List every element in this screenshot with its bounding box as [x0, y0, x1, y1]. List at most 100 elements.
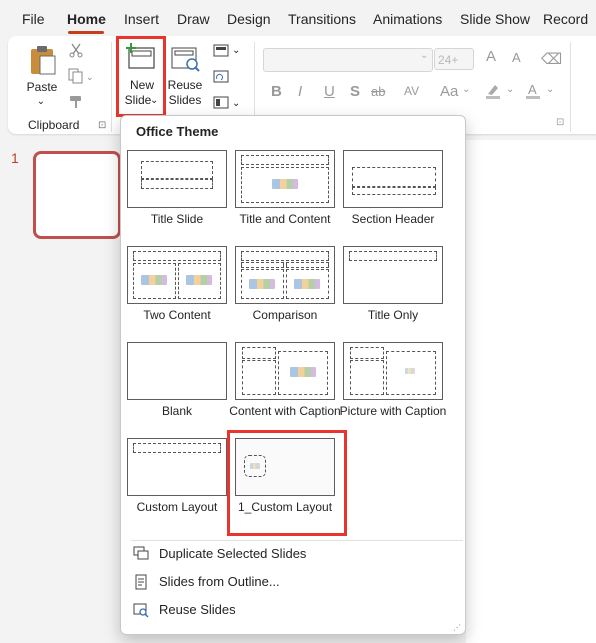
layout-section-header[interactable]: Section Header [343, 150, 443, 246]
italic-icon[interactable]: I [298, 83, 302, 100]
reuse-slides-label-line1[interactable]: Reuse [166, 78, 204, 93]
font-name-box[interactable] [263, 48, 433, 72]
change-case-chevron-icon[interactable]: ⌄ [462, 84, 470, 95]
reuse-slides-item[interactable]: Reuse Slides [131, 598, 461, 622]
text-placeholder [350, 360, 384, 395]
underline-icon[interactable]: U [324, 83, 335, 100]
ribbon-separator [570, 42, 571, 132]
title-placeholder [141, 161, 213, 179]
layout-comparison[interactable]: Comparison [235, 246, 335, 342]
slide-number: 1 [11, 150, 19, 166]
ribbon-tab-bar: File Home Insert Draw Design Transitions… [0, 0, 596, 38]
clipboard-group-label: Clipboard [28, 118, 80, 132]
tab-home[interactable]: Home [67, 11, 106, 27]
picture-icon [405, 368, 415, 374]
layout-caption: Two Content [143, 308, 211, 322]
content-placeholder-icons [186, 275, 212, 285]
text-placeholder [242, 360, 276, 395]
layout-caption: Title Only [367, 308, 419, 322]
menu-separator [131, 540, 463, 541]
decrease-font-icon[interactable]: A [512, 50, 521, 65]
layout-thumbnail [127, 246, 227, 304]
clipboard-launcher-icon[interactable]: ⊡ [98, 118, 106, 133]
section-icon[interactable] [213, 96, 231, 110]
active-tab-indicator [68, 31, 104, 34]
resize-grip-icon[interactable]: ⋰ [453, 623, 461, 632]
layout-title-slide[interactable]: Title Slide [127, 150, 227, 246]
layout-custom-layout[interactable]: Custom Layout [127, 438, 227, 534]
title-placeholder [349, 251, 437, 261]
paste-chevron-icon[interactable]: ⌄ [34, 94, 48, 109]
heading-placeholder-left [241, 262, 284, 268]
subtitle-placeholder [141, 179, 213, 189]
tab-slide-show[interactable]: Slide Show [460, 11, 530, 27]
copy-icon[interactable] [68, 68, 86, 84]
layout-thumbnail [127, 150, 227, 208]
clear-formatting-icon[interactable]: ⌫ [541, 50, 562, 68]
layout-chevron-icon[interactable]: ⌄ [232, 43, 240, 58]
title-placeholder [350, 347, 384, 359]
tab-file[interactable]: File [22, 11, 45, 27]
increase-font-icon[interactable]: A [486, 48, 496, 65]
font-color-icon[interactable]: A [524, 82, 542, 100]
title-placeholder [133, 443, 221, 453]
title-placeholder [241, 155, 329, 165]
new-slide-highlight-box [116, 36, 166, 117]
paste-button-label[interactable]: Paste [24, 80, 60, 95]
slide-thumbnail[interactable] [33, 151, 121, 239]
format-painter-icon[interactable] [68, 94, 84, 110]
content-placeholder-icons [294, 279, 320, 289]
section-chevron-icon[interactable]: ⌄ [232, 96, 240, 111]
text-placeholder [352, 187, 436, 195]
layout-caption: Section Header [351, 212, 435, 226]
font-name-chevron-icon[interactable]: ⌄ [420, 50, 428, 61]
copy-chevron-icon[interactable]: ⌄ [86, 70, 94, 85]
tab-design[interactable]: Design [227, 11, 271, 27]
slide-canvas[interactable] [466, 140, 596, 643]
paste-icon[interactable] [28, 44, 58, 76]
cut-icon[interactable] [68, 42, 84, 58]
highlight-chevron-icon[interactable]: ⌄ [506, 84, 514, 95]
reuse-slides-label-line2[interactable]: Slides [166, 93, 204, 108]
tab-transitions[interactable]: Transitions [288, 11, 356, 27]
slides-from-outline-item[interactable]: Slides from Outline... [131, 570, 461, 594]
layout-icon[interactable] [213, 44, 231, 58]
font-size-box[interactable]: 24+ [434, 48, 474, 70]
duplicate-selected-slides-item[interactable]: Duplicate Selected Slides [131, 542, 461, 566]
layout-content-with-caption[interactable]: Content with Caption [229, 342, 341, 438]
change-case-icon[interactable]: Aa [440, 83, 458, 100]
layout-caption: Title and Content [239, 212, 331, 226]
layout-thumbnail [127, 342, 227, 400]
ribbon-separator [111, 42, 112, 132]
layout-blank[interactable]: Blank [127, 342, 227, 438]
layout-caption: Comparison [252, 308, 318, 322]
tab-record[interactable]: Record [543, 11, 588, 27]
layout-picture-with-caption[interactable]: Picture with Caption [340, 342, 446, 438]
layout-two-content[interactable]: Two Content [127, 246, 227, 342]
menu-item-label: Slides from Outline... [159, 574, 280, 589]
character-spacing-icon[interactable]: AV [404, 84, 419, 98]
outline-icon [135, 574, 147, 590]
menu-item-label: Duplicate Selected Slides [159, 546, 307, 561]
layout-title-only[interactable]: Title Only [343, 246, 443, 342]
highlight-color-icon[interactable] [484, 82, 502, 100]
shadow-icon[interactable]: S [350, 83, 360, 100]
font-color-chevron-icon[interactable]: ⌄ [546, 84, 554, 95]
custom-layout-highlight-box [227, 430, 347, 536]
tab-insert[interactable]: Insert [124, 11, 159, 27]
tab-animations[interactable]: Animations [373, 11, 442, 27]
tab-draw[interactable]: Draw [177, 11, 210, 27]
title-placeholder [352, 167, 436, 187]
strikethrough-icon[interactable]: ab [371, 84, 385, 99]
reset-icon[interactable] [213, 70, 231, 84]
reuse-slides-ribbon-icon[interactable] [170, 44, 202, 74]
layout-caption: Custom Layout [136, 500, 218, 514]
layout-thumbnail [127, 438, 227, 496]
font-launcher-icon[interactable]: ⊡ [556, 117, 564, 128]
new-slide-dropdown: Office Theme Title Slide Title and Conte… [120, 115, 466, 635]
svg-text:A: A [528, 82, 537, 97]
layout-title-and-content[interactable]: Title and Content [235, 150, 335, 246]
bold-icon[interactable]: B [271, 83, 282, 100]
menu-item-label: Reuse Slides [159, 602, 236, 617]
gallery-section-title: Office Theme [136, 124, 219, 139]
